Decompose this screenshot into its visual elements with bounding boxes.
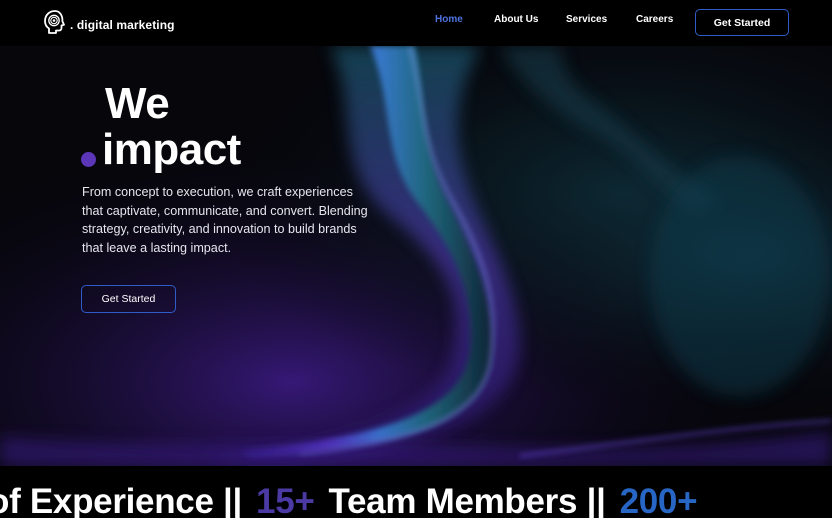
stats-text-team: Team Members ||	[328, 482, 606, 518]
nav-link-careers[interactable]: Careers	[636, 14, 673, 25]
brand-logo[interactable]: . digital marketing	[42, 9, 175, 35]
get-started-hero-button[interactable]: Get Started	[81, 285, 176, 313]
nav-link-services[interactable]: Services	[566, 14, 607, 25]
stats-ticker: of Experience || 15+ Team Members || 200+	[0, 466, 832, 518]
navbar: . digital marketing Home About Us Servic…	[0, 0, 832, 46]
stats-number-experience: 15+	[256, 482, 315, 518]
headline-accent-dot	[81, 152, 96, 167]
hero-content: We impact From concept to execution, we …	[0, 46, 832, 466]
hero-headline-line-2: impact	[102, 125, 241, 174]
stats-text-experience: of Experience ||	[0, 482, 243, 518]
nav-link-home[interactable]: Home	[435, 14, 463, 25]
nav-link-about-us[interactable]: About Us	[494, 14, 538, 25]
stats-ticker-track: of Experience || 15+ Team Members || 200+	[0, 482, 698, 518]
stats-number-projects: 200+	[619, 482, 698, 518]
hero-description: From concept to execution, we craft expe…	[82, 185, 368, 255]
hero-section: We impact From concept to execution, we …	[0, 46, 832, 466]
get-started-nav-button[interactable]: Get Started	[695, 9, 789, 36]
hero-headline-line-1: We	[105, 79, 170, 128]
brand-name: . digital marketing	[70, 18, 175, 32]
fingerprint-head-icon	[44, 10, 65, 34]
